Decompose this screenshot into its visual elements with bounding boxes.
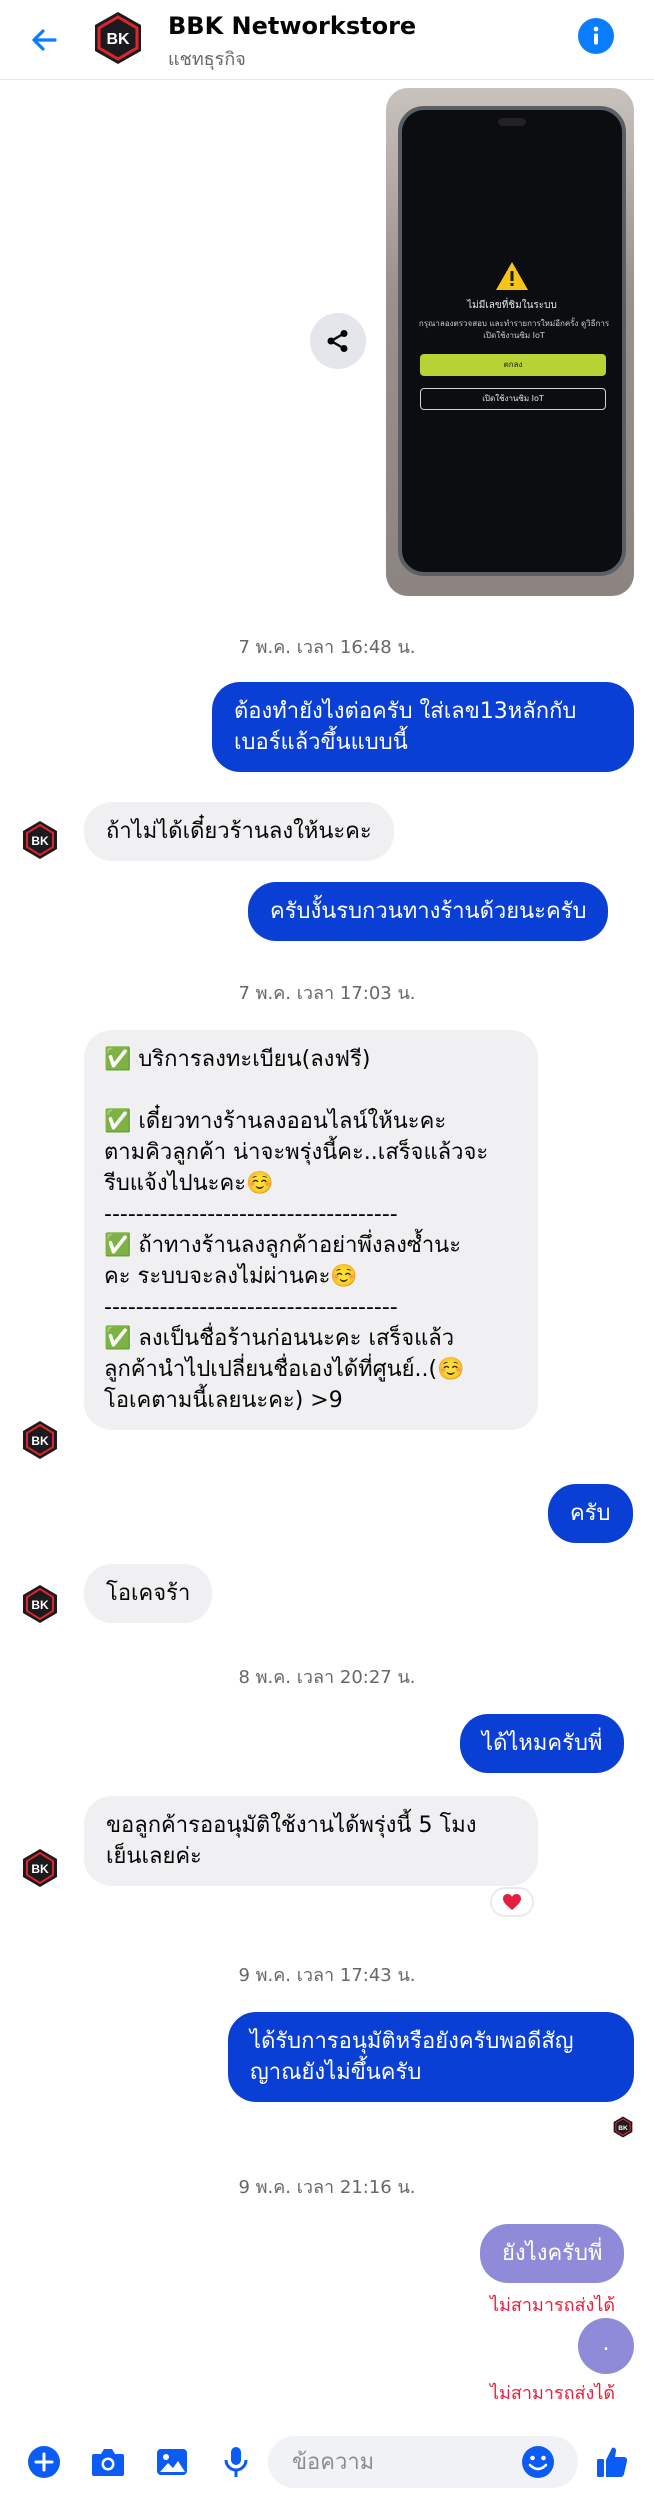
- screen-activate-button: เปิดใช้งานซิม IoT: [420, 388, 606, 410]
- avatar[interactable]: BK: [20, 1420, 60, 1460]
- avatar[interactable]: BK: [20, 1584, 60, 1624]
- microphone-icon[interactable]: [214, 2440, 258, 2484]
- svg-text:BK: BK: [31, 1862, 49, 1876]
- message-outgoing[interactable]: ครับงั้นรบกวนทางร้านด้วยนะครับ: [248, 882, 609, 941]
- message-incoming[interactable]: ถ้าไม่ได้เดี๋ยวร้านลงให้นะคะ: [84, 802, 394, 861]
- message-incoming-list[interactable]: ✅ บริการลงทะเบียน(ลงฟรี) ✅ เดี๋ยวทางร้าน…: [84, 1030, 538, 1430]
- timestamp: 9 พ.ค. เวลา 21:16 น.: [238, 2177, 416, 2198]
- message-composer: [0, 2430, 654, 2502]
- emoji-icon[interactable]: [520, 2444, 556, 2480]
- svg-text:BK: BK: [106, 31, 130, 48]
- plus-icon[interactable]: [22, 2440, 66, 2484]
- timestamp: 8 พ.ค. เวลา 20:27 น.: [238, 1667, 416, 1688]
- svg-text:BK: BK: [618, 2125, 628, 2132]
- message-outgoing-failed[interactable]: ยังไงครับพี่: [480, 2224, 625, 2283]
- message-outgoing[interactable]: ครับ: [548, 1484, 633, 1543]
- timestamp: 7 พ.ค. เวลา 16:48 น.: [238, 637, 416, 658]
- phone-notch: [498, 118, 526, 126]
- bbk-logo[interactable]: BK: [90, 10, 146, 66]
- info-icon[interactable]: [578, 18, 614, 54]
- avatar[interactable]: BK: [20, 1848, 60, 1888]
- share-icon[interactable]: [310, 313, 366, 369]
- screen-ok-button: ตกลง: [420, 354, 606, 376]
- message-outgoing[interactable]: ได้ไหมครับพี่: [460, 1714, 625, 1773]
- chat-title[interactable]: BBK Networkstore: [168, 12, 416, 40]
- timestamp: 9 พ.ค. เวลา 17:43 น.: [238, 1965, 416, 1986]
- send-failed-label: ไม่สามารถส่งได้: [490, 2383, 616, 2404]
- heart-reaction-icon[interactable]: [490, 1887, 534, 1917]
- screen-body: กรุณาลองตรวจสอบ และทำรายการใหม่อีกครั้ง …: [418, 319, 610, 340]
- back-arrow-icon[interactable]: [22, 18, 66, 62]
- message-outgoing-failed[interactable]: .: [578, 2318, 634, 2374]
- message-incoming[interactable]: โอเคจร้า: [84, 1564, 213, 1623]
- svg-text:BK: BK: [31, 1434, 49, 1448]
- timestamp: 7 พ.ค. เวลา 17:03 น.: [238, 983, 416, 1004]
- thumbs-up-icon[interactable]: [590, 2440, 634, 2484]
- screen-title: ไม่มีเลขที่ชิมในระบบ: [467, 300, 557, 311]
- message-incoming[interactable]: ขอลูกค้ารออนุมัติใช้งานได้พรุ่งนี้ 5 โมง…: [84, 1796, 538, 1886]
- camera-icon[interactable]: [86, 2440, 130, 2484]
- warning-icon: [496, 262, 528, 290]
- seen-avatar: BK: [613, 2116, 633, 2138]
- message-outgoing[interactable]: ต้องทำยังไงต่อครับ ใส่เลข13หลักกับ เบอร์…: [212, 682, 634, 772]
- avatar[interactable]: BK: [20, 820, 60, 860]
- svg-text:BK: BK: [31, 834, 49, 848]
- svg-text:BK: BK: [31, 1598, 49, 1612]
- chat-header: BK BBK Networkstore แชทธุรกิจ: [0, 0, 654, 80]
- send-failed-label: ไม่สามารถส่งได้: [490, 2295, 616, 2316]
- phone-screenshot: ไม่มีเลขที่ชิมในระบบ กรุณาลองตรวจสอบ และ…: [398, 106, 626, 576]
- chat-subtitle: แชทธุรกิจ: [168, 49, 246, 70]
- gallery-icon[interactable]: [150, 2440, 194, 2484]
- shared-photo[interactable]: ไม่มีเลขที่ชิมในระบบ กรุณาลองตรวจสอบ และ…: [386, 88, 634, 596]
- message-outgoing[interactable]: ได้รับการอนุมัติหรือยังครับพอดีสัญ ญาณยั…: [228, 2012, 634, 2102]
